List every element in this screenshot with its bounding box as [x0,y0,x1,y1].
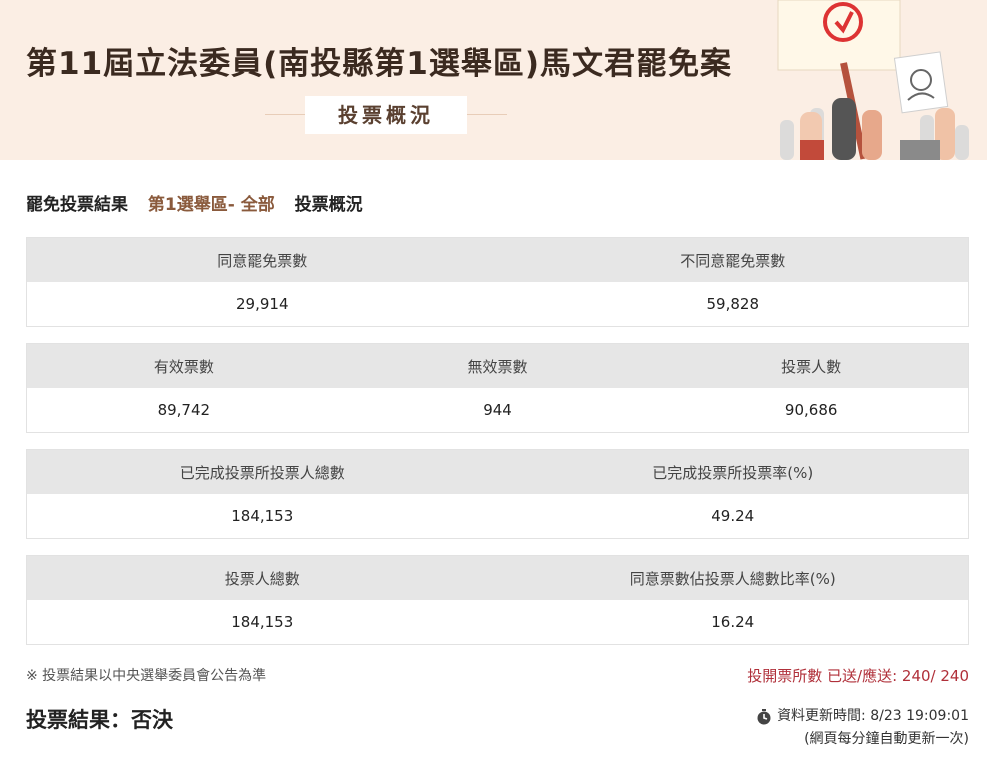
header-voters: 投票人數 [781,357,842,376]
value-valid-votes: 89,742 [157,401,211,419]
value-voters: 90,686 [784,401,838,419]
recall-votes-table: 同意罷免票數 不同意罷免票數 29,914 59,828 [26,237,969,327]
stopwatch-icon [757,708,771,724]
protest-sign-illustration [777,0,969,160]
header-completed-eligible-voters: 已完成投票所投票人總數 [179,463,345,482]
refresh-note: (網頁每分鐘自動更新一次) [804,731,969,747]
value-total-eligible-voters: 184,153 [231,613,294,631]
page-subtitle: 投票概況 [265,96,507,134]
page-title: 第11屆立法委員(南投縣第1選舉區)馬文君罷免案 [26,46,733,82]
disclaimer-note: ※ 投票結果以中央選舉委員會公告為準 [26,668,267,684]
header-disagree-votes: 不同意罷免票數 [680,251,786,270]
page-banner: 第11屆立法委員(南投縣第1選舉區)馬文君罷免案 投票概況 [0,0,987,160]
breadcrumb: 罷免投票結果 第1選舉區- 全部 投票概況 [26,190,363,215]
breadcrumb-item-overview: 投票概況 [294,195,363,215]
value-agree-ratio: 16.24 [711,613,755,631]
update-time: 資料更新時間: 8/23 19:09:01 [777,708,969,724]
value-disagree-votes: 59,828 [706,295,760,313]
header-agree-votes: 同意罷免票數 [217,251,308,270]
header-total-eligible-voters: 投票人總數 [224,569,300,588]
header-invalid-votes: 無效票數 [467,357,528,376]
value-completed-turnout-rate: 49.24 [711,507,755,525]
header-agree-ratio: 同意票數佔投票人總數比率(%) [629,569,836,588]
station-count-status: 投開票所數 已送/應送: 240/ 240 [747,667,969,685]
breadcrumb-item-recall-result[interactable]: 罷免投票結果 [26,195,128,215]
vote-result: 投票結果：否決 [26,708,173,732]
value-invalid-votes: 944 [483,401,512,419]
completed-stations-table: 已完成投票所投票人總數 已完成投票所投票率(%) 184,153 49.24 [26,449,969,539]
value-completed-eligible-voters: 184,153 [231,507,294,525]
value-agree-votes: 29,914 [236,295,289,313]
header-completed-turnout-rate: 已完成投票所投票率(%) [652,463,814,482]
ballot-count-table: 有效票數 無效票數 投票人數 89,742 944 90,686 [26,343,969,433]
header-valid-votes: 有效票數 [153,357,214,376]
eligible-voters-table: 投票人總數 同意票數佔投票人總數比率(%) 184,153 16.24 [26,555,969,645]
update-info: 資料更新時間: 8/23 19:09:01 (網頁每分鐘自動更新一次) [756,705,969,751]
breadcrumb-item-district[interactable]: 第1選舉區- 全部 [148,195,275,215]
